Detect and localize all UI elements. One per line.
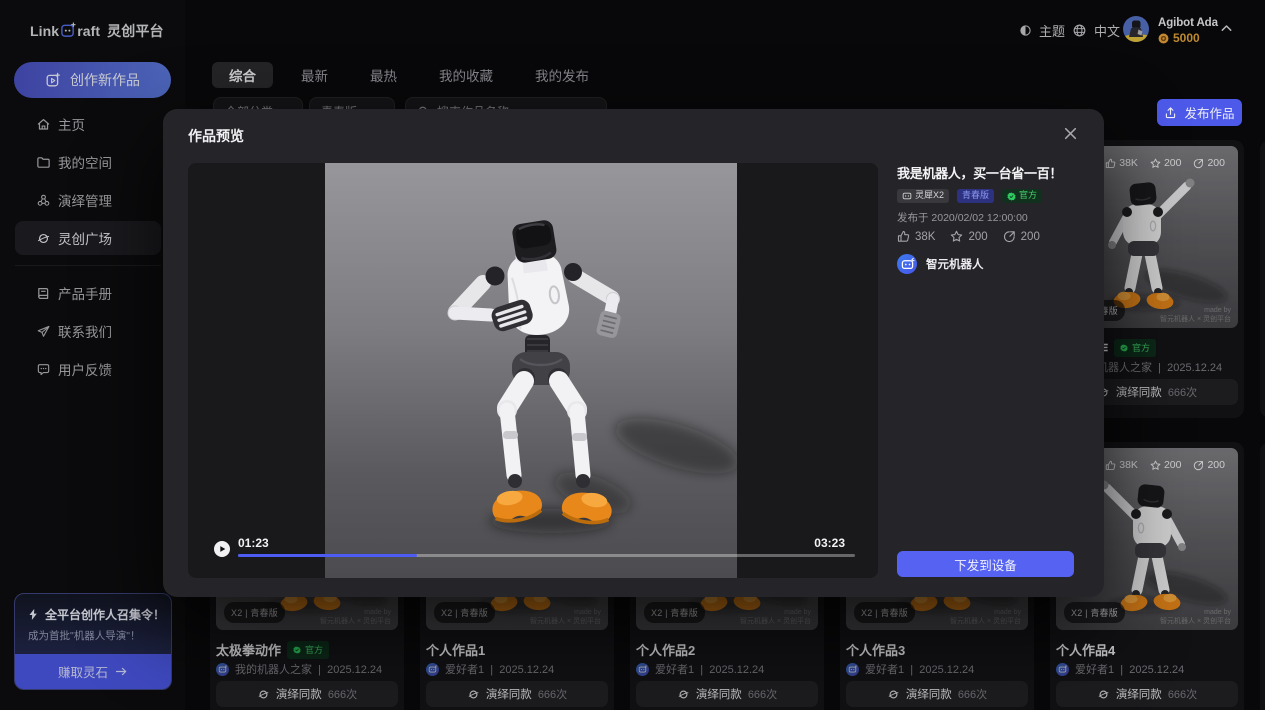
robot-face-icon (902, 191, 912, 201)
close-button[interactable] (1063, 126, 1081, 144)
publish-date: 发布于 2020/02/02 12:00:00 (897, 210, 1079, 225)
robot-video-image (325, 163, 737, 578)
stars-stat[interactable]: 200 (950, 230, 987, 243)
close-icon (1063, 126, 1078, 141)
progress-bar[interactable] (238, 554, 855, 557)
robot-face-icon (899, 256, 916, 273)
send-to-device-button[interactable]: 下发到设备 (897, 551, 1074, 577)
star-icon (950, 230, 963, 243)
author-row[interactable]: 智元机器人 (897, 254, 1079, 274)
likes-stat[interactable]: 38K (897, 230, 935, 243)
thumbs-up-icon (897, 230, 910, 243)
play-button[interactable] (214, 541, 231, 558)
work-stats: 38K 200 200 (897, 230, 1079, 243)
work-title: 我是机器人，买一台省一百！ (897, 165, 1079, 182)
verified-icon (1007, 192, 1016, 201)
official-tag: 官方 (1002, 189, 1042, 203)
share-icon (1003, 230, 1016, 243)
upload-icon (1164, 106, 1177, 119)
progress-fill (238, 554, 417, 557)
modal-title: 作品预览 (188, 126, 244, 146)
author-avatar (897, 254, 917, 274)
work-tags: 灵犀X2 青春版 官方 (897, 189, 1079, 203)
duration-time: 03:23 (814, 536, 845, 550)
edition-tag: 青春版 (957, 189, 994, 203)
shares-stat[interactable]: 200 (1003, 230, 1040, 243)
video-frame (325, 163, 737, 578)
current-time: 01:23 (238, 536, 269, 550)
model-tag: 灵犀X2 (897, 189, 949, 203)
publish-work-button[interactable]: 发布作品 (1157, 99, 1242, 126)
video-player[interactable]: 01:23 03:23 (188, 163, 878, 578)
preview-modal: 作品预览 01:23 03:23 我是机器人，买一台省一百！ 灵犀X2 青春版 (163, 109, 1104, 597)
work-details-panel: 我是机器人，买一台省一百！ 灵犀X2 青春版 官方 发布于 2020/02/02… (897, 165, 1079, 274)
